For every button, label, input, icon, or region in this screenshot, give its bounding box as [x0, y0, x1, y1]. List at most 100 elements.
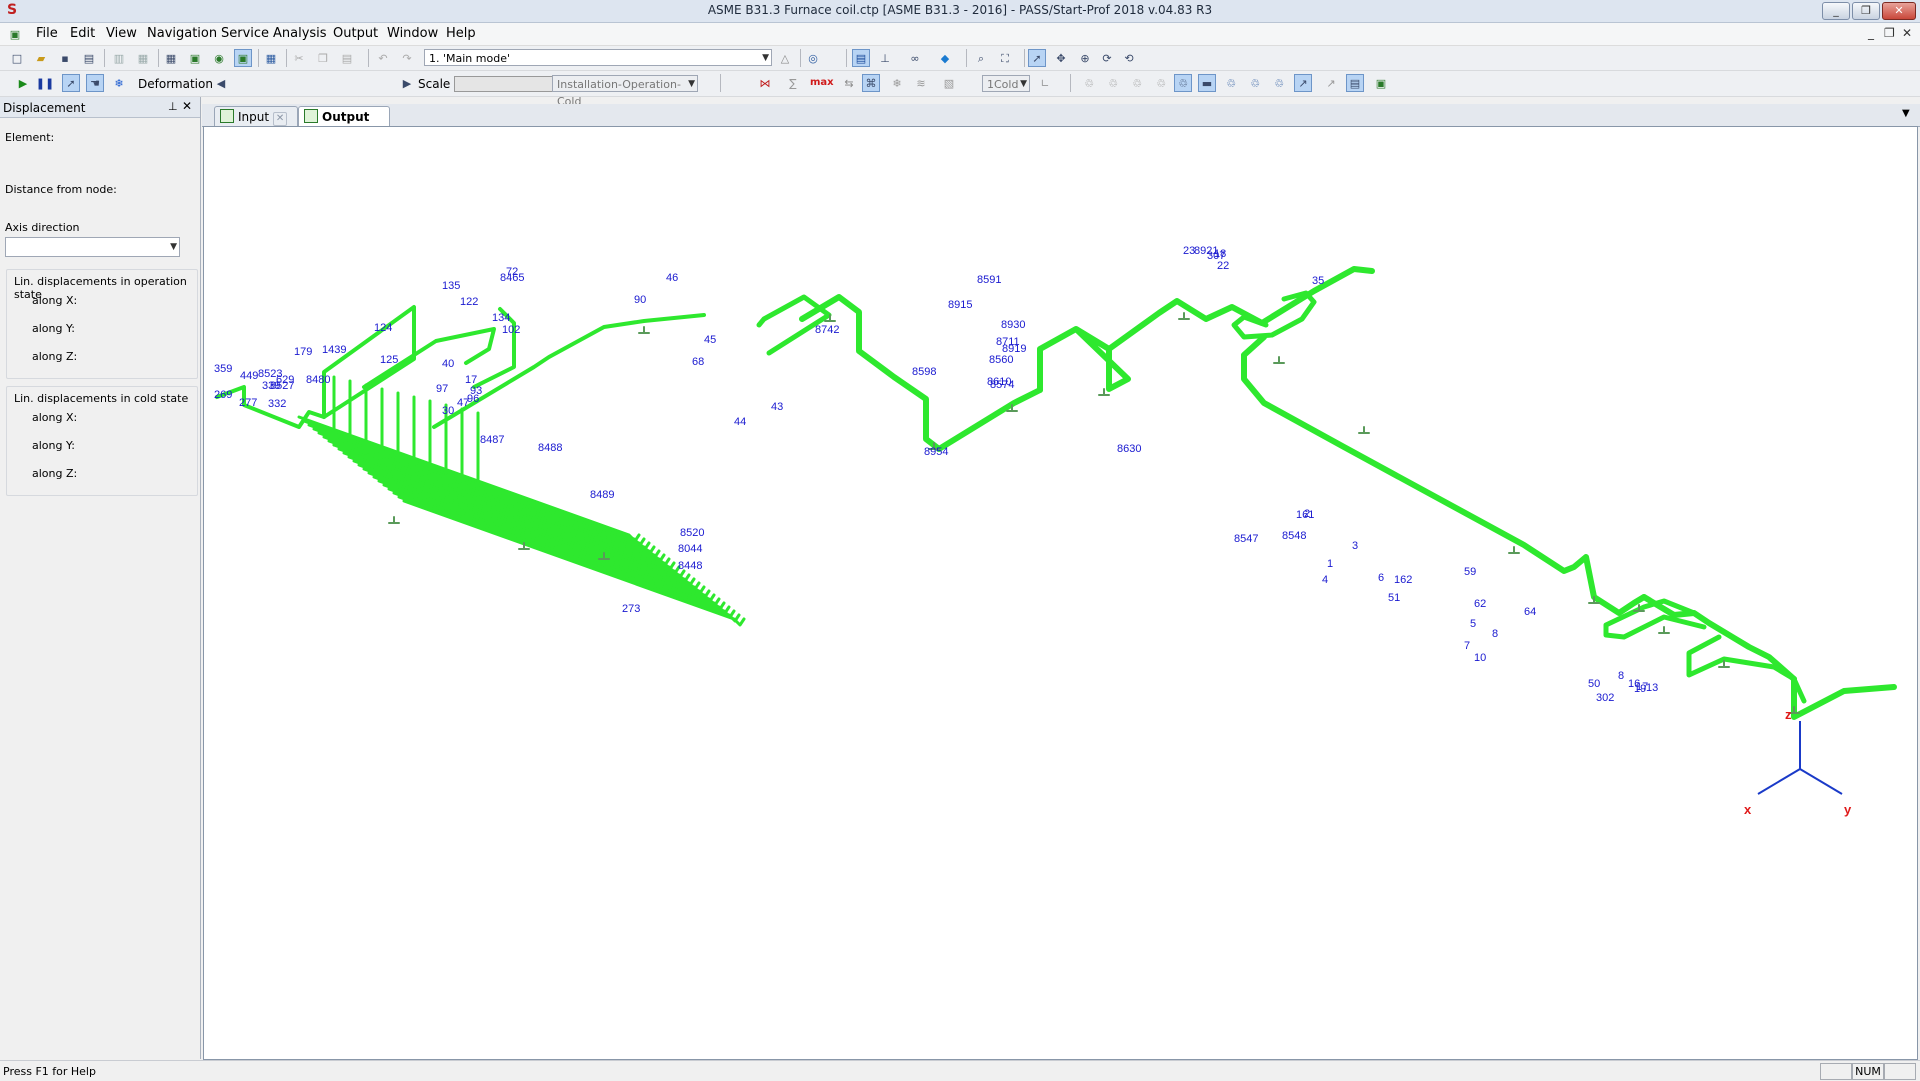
scale-slider[interactable] — [454, 76, 556, 92]
pipe-tool9-icon[interactable]: ♲ — [1270, 74, 1288, 92]
info-icon[interactable]: ◎ — [804, 49, 822, 67]
minimize-button[interactable]: _ — [1822, 2, 1850, 20]
pipe-tool7-icon[interactable]: ♲ — [1222, 74, 1240, 92]
menu-output[interactable]: Output — [333, 26, 378, 41]
node-tool-icon[interactable]: ⌘ — [862, 74, 880, 92]
3d-view-icon[interactable]: ◆ — [936, 49, 954, 67]
document-icon[interactable]: ▣ — [6, 25, 24, 43]
play-icon[interactable]: ▶ — [14, 74, 32, 92]
pipe-segment[interactable] — [1037, 326, 1131, 393]
axes-icon[interactable]: ∟ — [1036, 74, 1054, 92]
undo-icon[interactable]: ↶ — [374, 49, 392, 67]
menu-service[interactable]: Service — [221, 26, 269, 41]
pipe-support[interactable] — [1358, 426, 1370, 434]
zoom-extents-icon[interactable]: ⛶ — [996, 49, 1014, 67]
redo-icon[interactable]: ↷ — [398, 49, 416, 67]
paste-icon[interactable]: ▤ — [338, 49, 356, 67]
pipe-tool3-icon[interactable]: ♲ — [1128, 74, 1146, 92]
dimension-icon[interactable]: ⊥ — [876, 49, 894, 67]
print-preview-icon[interactable]: ▤ — [80, 49, 98, 67]
export-icon[interactable]: ▣ — [186, 49, 204, 67]
select-cursor-icon[interactable]: ➚ — [1028, 49, 1046, 67]
pipe-tool6-icon[interactable]: ▬ — [1198, 74, 1216, 92]
deform-right-arrow-icon[interactable]: ▶ — [398, 74, 416, 92]
zoom-window-icon[interactable]: ⌕ — [972, 49, 990, 67]
snowflake-icon[interactable]: ❄ — [110, 74, 128, 92]
mdi-close-button[interactable]: ✕ — [1902, 26, 1912, 40]
align-icon[interactable]: ⇆ — [840, 74, 858, 92]
printer-icon[interactable]: ▦ — [134, 49, 152, 67]
menu-file[interactable]: File — [36, 26, 58, 41]
orbit-icon[interactable]: ⟲ — [1120, 49, 1138, 67]
open-folder-icon[interactable]: ▰ — [32, 49, 50, 67]
menu-navigation[interactable]: Navigation — [147, 26, 217, 41]
pan-icon[interactable]: ✥ — [1052, 49, 1070, 67]
pipe-tool12-icon[interactable]: ▤ — [1346, 74, 1364, 92]
export-excel-icon[interactable]: ▣ — [1372, 74, 1390, 92]
output-mode-icon[interactable]: ▣ — [234, 49, 252, 67]
menu-edit[interactable]: Edit — [70, 26, 95, 41]
pipe-support[interactable] — [1658, 626, 1670, 634]
deform-left-arrow-icon[interactable]: ◀ — [212, 74, 230, 92]
state-combo[interactable]: 1Cold ▼ — [982, 75, 1030, 92]
restore-button[interactable]: ❐ — [1852, 2, 1880, 20]
tab-output[interactable]: Output✕ — [298, 106, 390, 145]
mdi-minimize-button[interactable]: _ — [1868, 26, 1874, 40]
pipe-tool10-icon[interactable]: ↗ — [1294, 74, 1312, 92]
spring-icon[interactable]: ≋ — [912, 74, 930, 92]
pipe-support[interactable] — [1508, 546, 1520, 554]
pipe-segment[interactable] — [1106, 266, 1375, 352]
calculator-icon[interactable]: ▦ — [262, 49, 280, 67]
close-icon[interactable]: ✕ — [182, 99, 192, 113]
rotate-icon[interactable]: ⟳ — [1098, 49, 1116, 67]
cut-icon[interactable]: ✂ — [290, 49, 308, 67]
pause-icon[interactable]: ❚❚ — [36, 74, 54, 92]
graph-icon[interactable]: ▧ — [940, 74, 958, 92]
menu-view[interactable]: View — [106, 26, 137, 41]
axis-direction-select[interactable]: ▼ — [5, 237, 180, 257]
pipe-tool4-icon[interactable]: ♲ — [1152, 74, 1170, 92]
tab-list-chevron-icon[interactable]: ▼ — [1902, 108, 1910, 119]
new-file-icon[interactable]: □ — [8, 49, 26, 67]
binoculars-icon[interactable]: ∞ — [906, 49, 924, 67]
pin-icon[interactable]: ⊥ — [168, 100, 178, 113]
copy-icon[interactable]: ❐ — [314, 49, 332, 67]
menu-window[interactable]: Window — [387, 26, 438, 41]
pipe-segment[interactable] — [1791, 676, 1897, 720]
cold-icon[interactable]: ❄ — [888, 74, 906, 92]
pipe-tool1-icon[interactable]: ♲ — [1080, 74, 1098, 92]
node-label: 8574 — [990, 379, 1014, 391]
deformation-label: Deformation — [138, 77, 213, 91]
pipe-support[interactable] — [1178, 312, 1190, 320]
hand-mode-icon[interactable]: ☚ — [86, 74, 104, 92]
piping-model-drawing[interactable]: 359449 85233398527629269277 3328480179 1439… — [204, 127, 1917, 1059]
zoom-icon[interactable]: ⊕ — [1076, 49, 1094, 67]
pipe-support[interactable] — [1273, 356, 1285, 364]
view-list-icon[interactable]: ▤ — [852, 49, 870, 67]
pipe-tool5-icon[interactable]: ♲ — [1174, 74, 1192, 92]
mode-combo[interactable]: 1. 'Main mode' ▼ — [424, 49, 772, 66]
mdi-restore-button[interactable]: ❐ — [1884, 26, 1895, 40]
supports-icon[interactable]: ⋈ — [756, 74, 774, 92]
tab-input-close-icon[interactable]: ✕ — [273, 112, 288, 126]
table-icon[interactable]: ▦ — [162, 49, 180, 67]
check-icon[interactable]: ◉ — [210, 49, 228, 67]
load-case-combo[interactable]: Installation-Operation-Cold ▼ — [552, 75, 698, 108]
stress-icon[interactable]: ∑ — [784, 74, 802, 92]
measure-icon[interactable]: △ — [776, 49, 794, 67]
save-icon[interactable]: ▪ — [56, 49, 74, 67]
menu-help[interactable]: Help — [446, 26, 476, 41]
pipe-support[interactable] — [388, 516, 400, 524]
pipe-tool8-icon[interactable]: ♲ — [1246, 74, 1264, 92]
pointer-mode-icon[interactable]: ➚ — [62, 74, 80, 92]
pipe-tool11-icon[interactable]: ↗ — [1322, 74, 1340, 92]
print-icon[interactable]: ▥ — [110, 49, 128, 67]
model-viewport[interactable]: 359 449 8523 339 8527 629 269 277 332 8480 179 1439… — [203, 126, 1918, 1060]
pipe-tool2-icon[interactable]: ♲ — [1104, 74, 1122, 92]
pipe-support[interactable] — [638, 326, 650, 334]
menu-analysis[interactable]: Analysis — [273, 26, 327, 41]
max-label[interactable]: max — [810, 77, 834, 88]
close-button[interactable]: ✕ — [1882, 2, 1916, 20]
pipe-segment[interactable] — [1241, 334, 1647, 616]
tab-input[interactable]: Input ✕ — [214, 106, 298, 127]
